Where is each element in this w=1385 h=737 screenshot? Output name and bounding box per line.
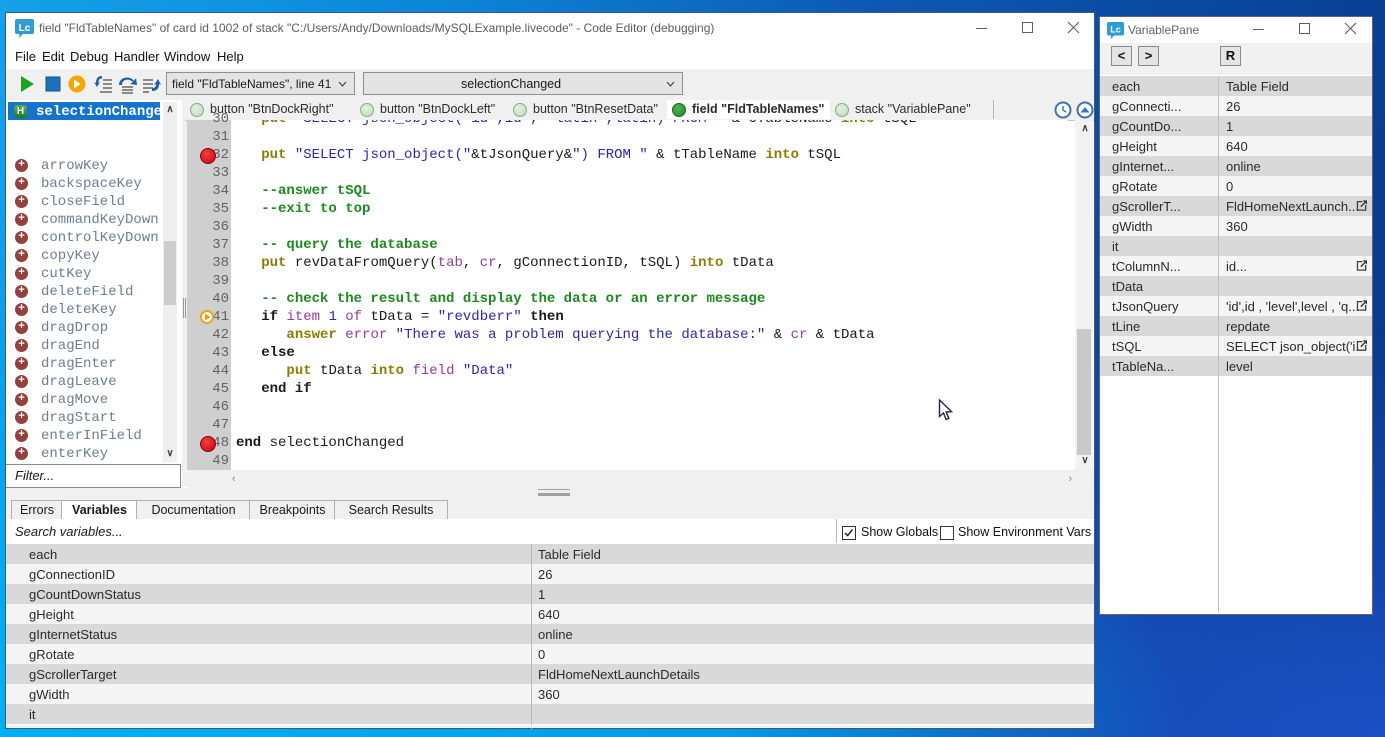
svg-text:Lc: Lc [1110, 25, 1121, 35]
svg-text:Lc: Lc [19, 23, 31, 34]
